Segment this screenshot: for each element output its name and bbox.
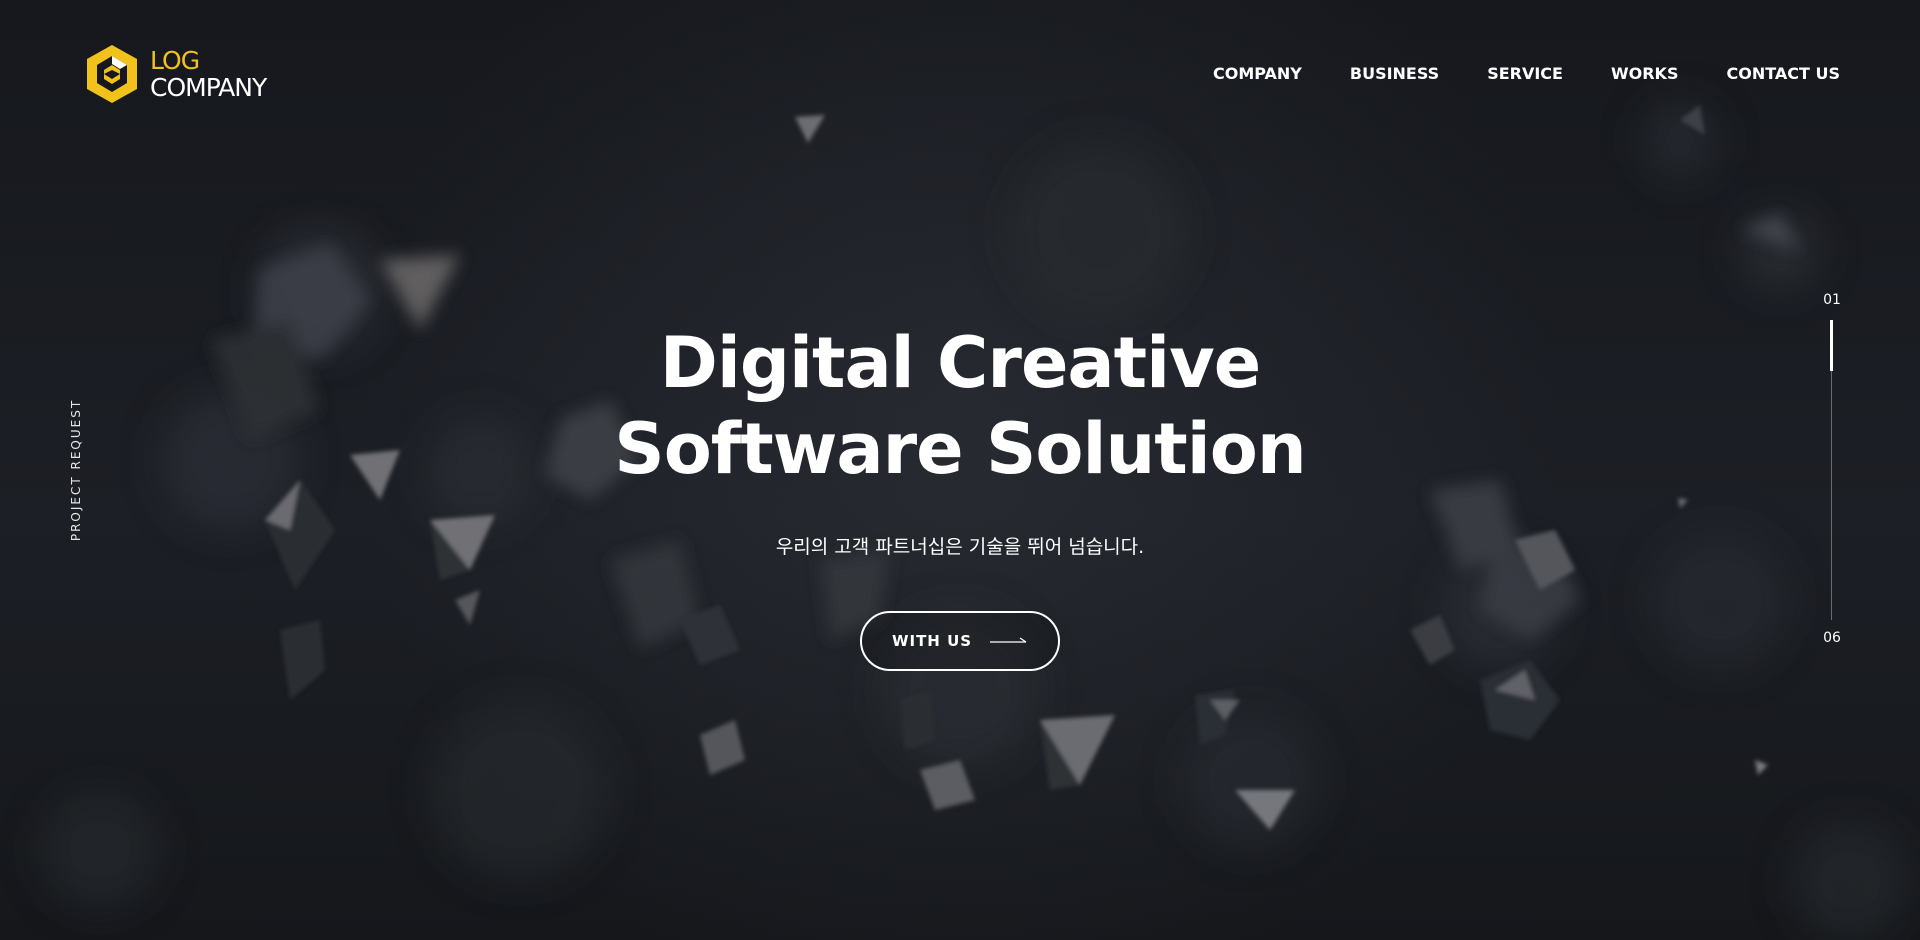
logo-name-bottom: COMPANY xyxy=(150,73,267,102)
with-us-button-label: WITH US xyxy=(891,632,973,650)
nav-item-works[interactable]: WORKS xyxy=(1611,64,1679,83)
nav-item-service[interactable]: SERVICE xyxy=(1487,64,1563,83)
hero-subtitle: 우리의 고객 파트너십은 기술을 뛰어 넘습니다. xyxy=(775,536,1145,558)
with-us-button[interactable]: WITH US xyxy=(860,611,1060,671)
logo-name-top: LOG xyxy=(150,46,200,75)
main-nav: COMPANY BUSINESS SERVICE WORKS CONTACT U… xyxy=(1213,64,1840,83)
page: LOG COMPANY COMPANY BUSINESS SERVICE WOR… xyxy=(0,0,1920,940)
arrow-right-icon xyxy=(990,636,1028,646)
hero-title-line1: Digital Creative xyxy=(659,322,1261,404)
slide-pager[interactable]: 01 06 xyxy=(1812,292,1852,652)
logo[interactable]: LOG COMPANY xyxy=(84,43,267,105)
logo-text: LOG COMPANY xyxy=(150,46,267,102)
logo-hexagon-icon xyxy=(84,43,140,105)
nav-item-business[interactable]: BUSINESS xyxy=(1350,64,1439,83)
hero-section: Digital Creative Software Solution 우리의 고… xyxy=(0,320,1920,671)
pager-total: 06 xyxy=(1823,630,1841,646)
pager-current: 01 xyxy=(1823,292,1841,308)
hero-title: Digital Creative Software Solution xyxy=(0,320,1920,492)
nav-item-contact-us[interactable]: CONTACT US xyxy=(1726,64,1840,83)
nav-item-company[interactable]: COMPANY xyxy=(1213,64,1302,83)
header: LOG COMPANY COMPANY BUSINESS SERVICE WOR… xyxy=(0,0,1920,150)
hero-title-line2: Software Solution xyxy=(614,408,1306,490)
pager-progress xyxy=(1830,320,1833,371)
